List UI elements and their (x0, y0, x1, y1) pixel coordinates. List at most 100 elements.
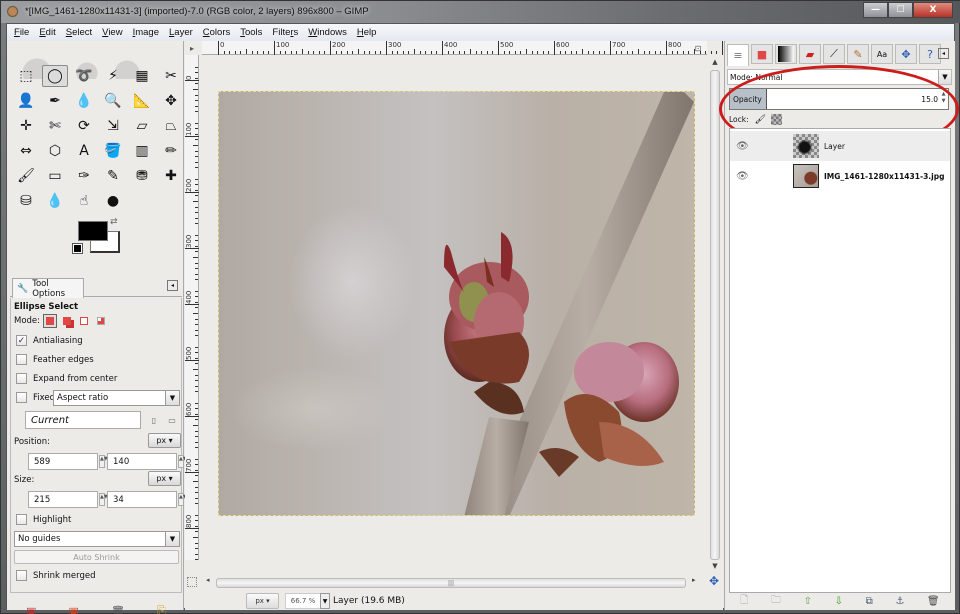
tool-rect-select[interactable]: ⬚ (13, 65, 39, 87)
tool-select-by-color[interactable]: ▦ (129, 65, 155, 87)
mode-subtract-button[interactable] (77, 314, 91, 328)
raise-layer-icon[interactable]: ⇧ (804, 596, 812, 607)
tool-flip[interactable]: ⇔ (13, 140, 39, 162)
quick-mask-toggle[interactable] (187, 577, 197, 587)
vertical-ruler[interactable]: 0 100 200 300 400 500 600 700 800 (185, 55, 199, 561)
size-height-spinner[interactable]: ▲▼ (178, 493, 187, 506)
menu-edit[interactable]: Edit (39, 27, 55, 38)
menu-filters[interactable]: Filters (272, 27, 298, 38)
close-button[interactable]: X (913, 2, 953, 18)
tab-channels[interactable]: ■ (751, 44, 773, 64)
tool-paintbrush[interactable]: 🖌 (13, 165, 39, 187)
size-height-input[interactable]: 34 (107, 491, 177, 508)
fixed-mode-select[interactable]: Aspect ratio ▼ (53, 390, 180, 406)
tab-paths[interactable]: ⟋ (823, 44, 845, 64)
feather-edges-checkbox[interactable] (16, 354, 27, 365)
vertical-scroll-thumb[interactable] (710, 70, 720, 560)
foreground-color-swatch[interactable] (78, 221, 108, 241)
opacity-spinner[interactable]: ▲ ▼ (940, 91, 947, 107)
tool-dodge-burn[interactable]: ● (100, 190, 126, 212)
zoom-input[interactable]: 66.7 % (285, 593, 321, 609)
menu-image[interactable]: Image (133, 27, 159, 38)
reset-options-icon[interactable]: ⎘ (157, 604, 166, 614)
dock-menu-icon[interactable]: ◂ (167, 280, 178, 291)
fixed-option[interactable]: Fixed: (16, 392, 58, 403)
navigate-icon[interactable]: ✥ (707, 574, 721, 588)
position-x-spinner[interactable]: ▲▼ (99, 455, 108, 468)
horizontal-ruler[interactable]: ⊡ 010020030040050060070080090 (202, 41, 774, 55)
horizontal-scrollbar[interactable]: ◂ ||| ▸ (200, 576, 705, 590)
mode-intersect-button[interactable] (94, 314, 108, 328)
duplicate-layer-icon[interactable]: ⧉ (866, 596, 873, 607)
guides-select[interactable]: No guides ▼ (14, 531, 180, 547)
size-width-input[interactable]: 215 (28, 491, 98, 508)
expand-from-center-checkbox[interactable] (16, 373, 27, 384)
menu-view[interactable]: View (102, 27, 122, 38)
tool-ink[interactable]: ✎ (100, 165, 126, 187)
menu-help[interactable]: Help (357, 27, 377, 38)
tool-bucket-fill[interactable]: 🪣 (100, 140, 126, 162)
tool-crop[interactable]: ✄ (42, 115, 68, 137)
maximize-button[interactable]: ☐ (888, 2, 913, 18)
tool-color-picker[interactable]: 💧 (71, 90, 97, 112)
tool-scale[interactable]: ⇲ (100, 115, 126, 137)
tool-rotate[interactable]: ⟳ (71, 115, 97, 137)
tool-smudge[interactable]: ☝ (71, 190, 97, 212)
opacity-slider[interactable]: Opacity 15.0 ▲ ▼ (729, 88, 949, 110)
new-layer-group-icon[interactable]: 🗀 (771, 593, 781, 610)
tool-zoom[interactable]: 🔍 (100, 90, 126, 112)
menu-select[interactable]: Select (66, 27, 92, 38)
tool-text[interactable]: A (71, 140, 97, 162)
layers-list[interactable]: 👁 Layer 👁 IMG_1461-1280x11431-3.jpg (729, 128, 951, 593)
tool-fuzzy-select[interactable]: ⚡ (100, 65, 126, 87)
tool-perspective-clone[interactable]: ⛁ (13, 190, 39, 212)
tab-gradients[interactable] (775, 44, 797, 64)
delete-options-icon[interactable]: 🗑 (111, 605, 125, 614)
lower-layer-icon[interactable]: ⇩ (835, 596, 843, 607)
mode-replace-button[interactable] (43, 314, 58, 328)
shrink-merged-option[interactable]: Shrink merged (16, 570, 96, 581)
visibility-eye-icon[interactable]: 👁 (736, 141, 749, 152)
expand-from-center-option[interactable]: Expand from center (16, 373, 117, 384)
tab-brushes[interactable]: ✎ (847, 44, 869, 64)
delete-layer-icon[interactable]: 🗑 (927, 596, 940, 607)
landscape-icon[interactable]: ▭ (166, 414, 178, 426)
fixed-checkbox[interactable] (16, 392, 27, 403)
tab-patterns[interactable]: ▰ (799, 44, 821, 64)
vertical-scrollbar[interactable]: ▲ ▼ (708, 56, 722, 574)
tool-cage-transform[interactable]: ⬡ (42, 140, 68, 162)
menu-layer[interactable]: Layer (169, 27, 193, 38)
horizontal-scroll-thumb[interactable]: ||| (216, 578, 686, 588)
lock-alpha-toggle[interactable] (770, 114, 782, 125)
swap-colors-icon[interactable]: ⇄ (110, 217, 118, 227)
scroll-right-arrow[interactable]: ▸ (692, 576, 696, 584)
layer-row[interactable]: 👁 Layer (730, 131, 950, 161)
tool-scissors-select[interactable]: ✂ (158, 65, 184, 87)
feather-edges-option[interactable]: Feather edges (16, 354, 94, 365)
tool-measure[interactable]: 📐 (129, 90, 155, 112)
highlight-checkbox[interactable] (16, 514, 27, 525)
tool-ellipse-select[interactable]: ◯ (42, 65, 68, 87)
tool-shear[interactable]: ▱ (129, 115, 155, 137)
layer-row[interactable]: 👁 IMG_1461-1280x11431-3.jpg (730, 161, 950, 191)
minimize-button[interactable]: — (863, 2, 888, 18)
fixed-value-entry[interactable]: Current (25, 411, 141, 429)
menu-colors[interactable]: Colors (203, 27, 230, 38)
default-colors-icon[interactable] (72, 243, 83, 254)
tool-foreground-select[interactable]: 👤 (13, 90, 39, 112)
position-y-input[interactable]: 140 (107, 453, 177, 470)
size-unit-select[interactable]: px ▾ (148, 471, 181, 486)
image-canvas[interactable] (218, 91, 695, 516)
save-options-icon[interactable]: ▣ (26, 605, 36, 614)
tool-pencil[interactable]: ✏ (158, 140, 184, 162)
highlight-option[interactable]: Highlight (16, 514, 71, 525)
restore-options-icon[interactable]: ▣ (69, 605, 79, 614)
tool-free-select[interactable]: ➰ (71, 65, 97, 87)
tab-tool-options[interactable]: 🔧 Tool Options (12, 278, 84, 299)
scroll-up-arrow[interactable]: ▲ (708, 58, 722, 70)
menu-windows[interactable]: Windows (308, 27, 347, 38)
tool-clone[interactable]: ⛃ (129, 165, 155, 187)
position-unit-select[interactable]: px ▾ (148, 433, 181, 448)
tool-blur-sharpen[interactable]: 💧 (42, 190, 68, 212)
new-layer-icon[interactable]: 🗋 (740, 593, 748, 610)
